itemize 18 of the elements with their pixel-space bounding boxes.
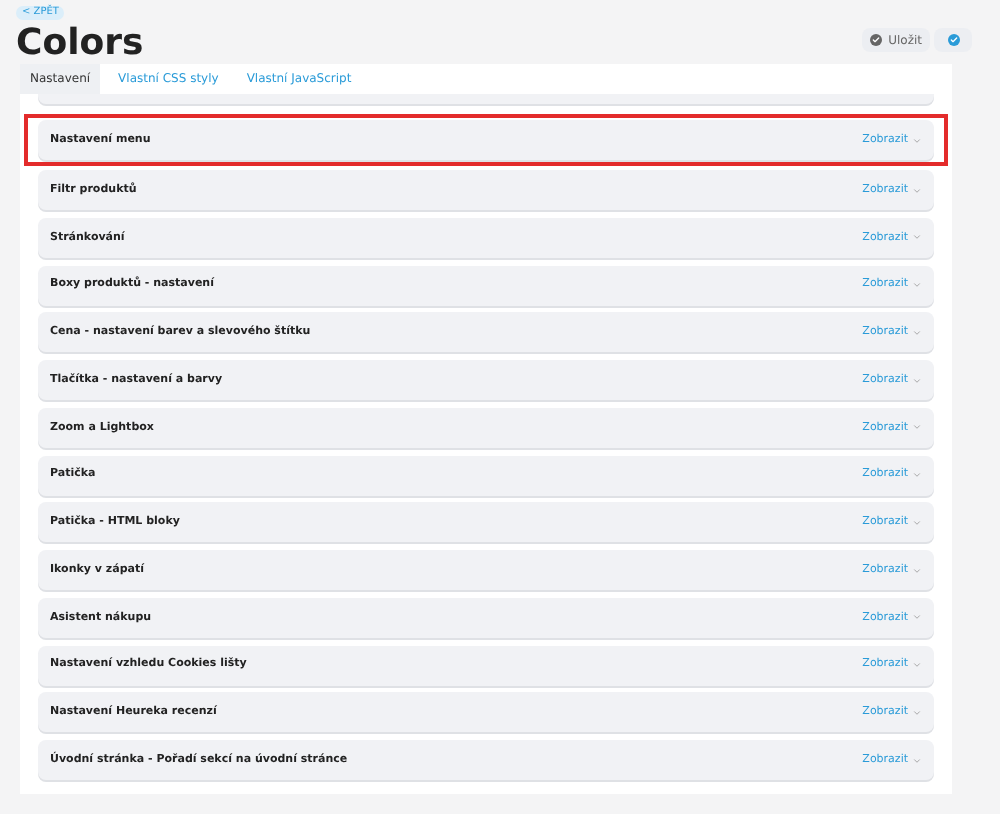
check-icon [947, 34, 959, 46]
chevron-down-icon [912, 232, 922, 243]
chevron-down-icon [912, 517, 922, 528]
check-icon [870, 34, 883, 46]
chevron-down-icon [912, 612, 922, 623]
chevron-down-icon [912, 375, 922, 385]
chevron-down-icon [912, 185, 922, 195]
chevron-down-icon [912, 660, 922, 670]
chevron-down-icon [912, 565, 922, 575]
page-title: Colors [16, 22, 144, 66]
chevron-down-icon [912, 707, 922, 718]
chevron-down-icon [912, 470, 922, 480]
confirm-button[interactable] [934, 28, 972, 52]
chevron-down-icon [912, 135, 922, 145]
chevron-down-icon [912, 327, 922, 338]
chevron-down-icon [912, 755, 922, 765]
chevron-down-icon [912, 280, 922, 290]
chevron-down-icon [912, 422, 922, 433]
